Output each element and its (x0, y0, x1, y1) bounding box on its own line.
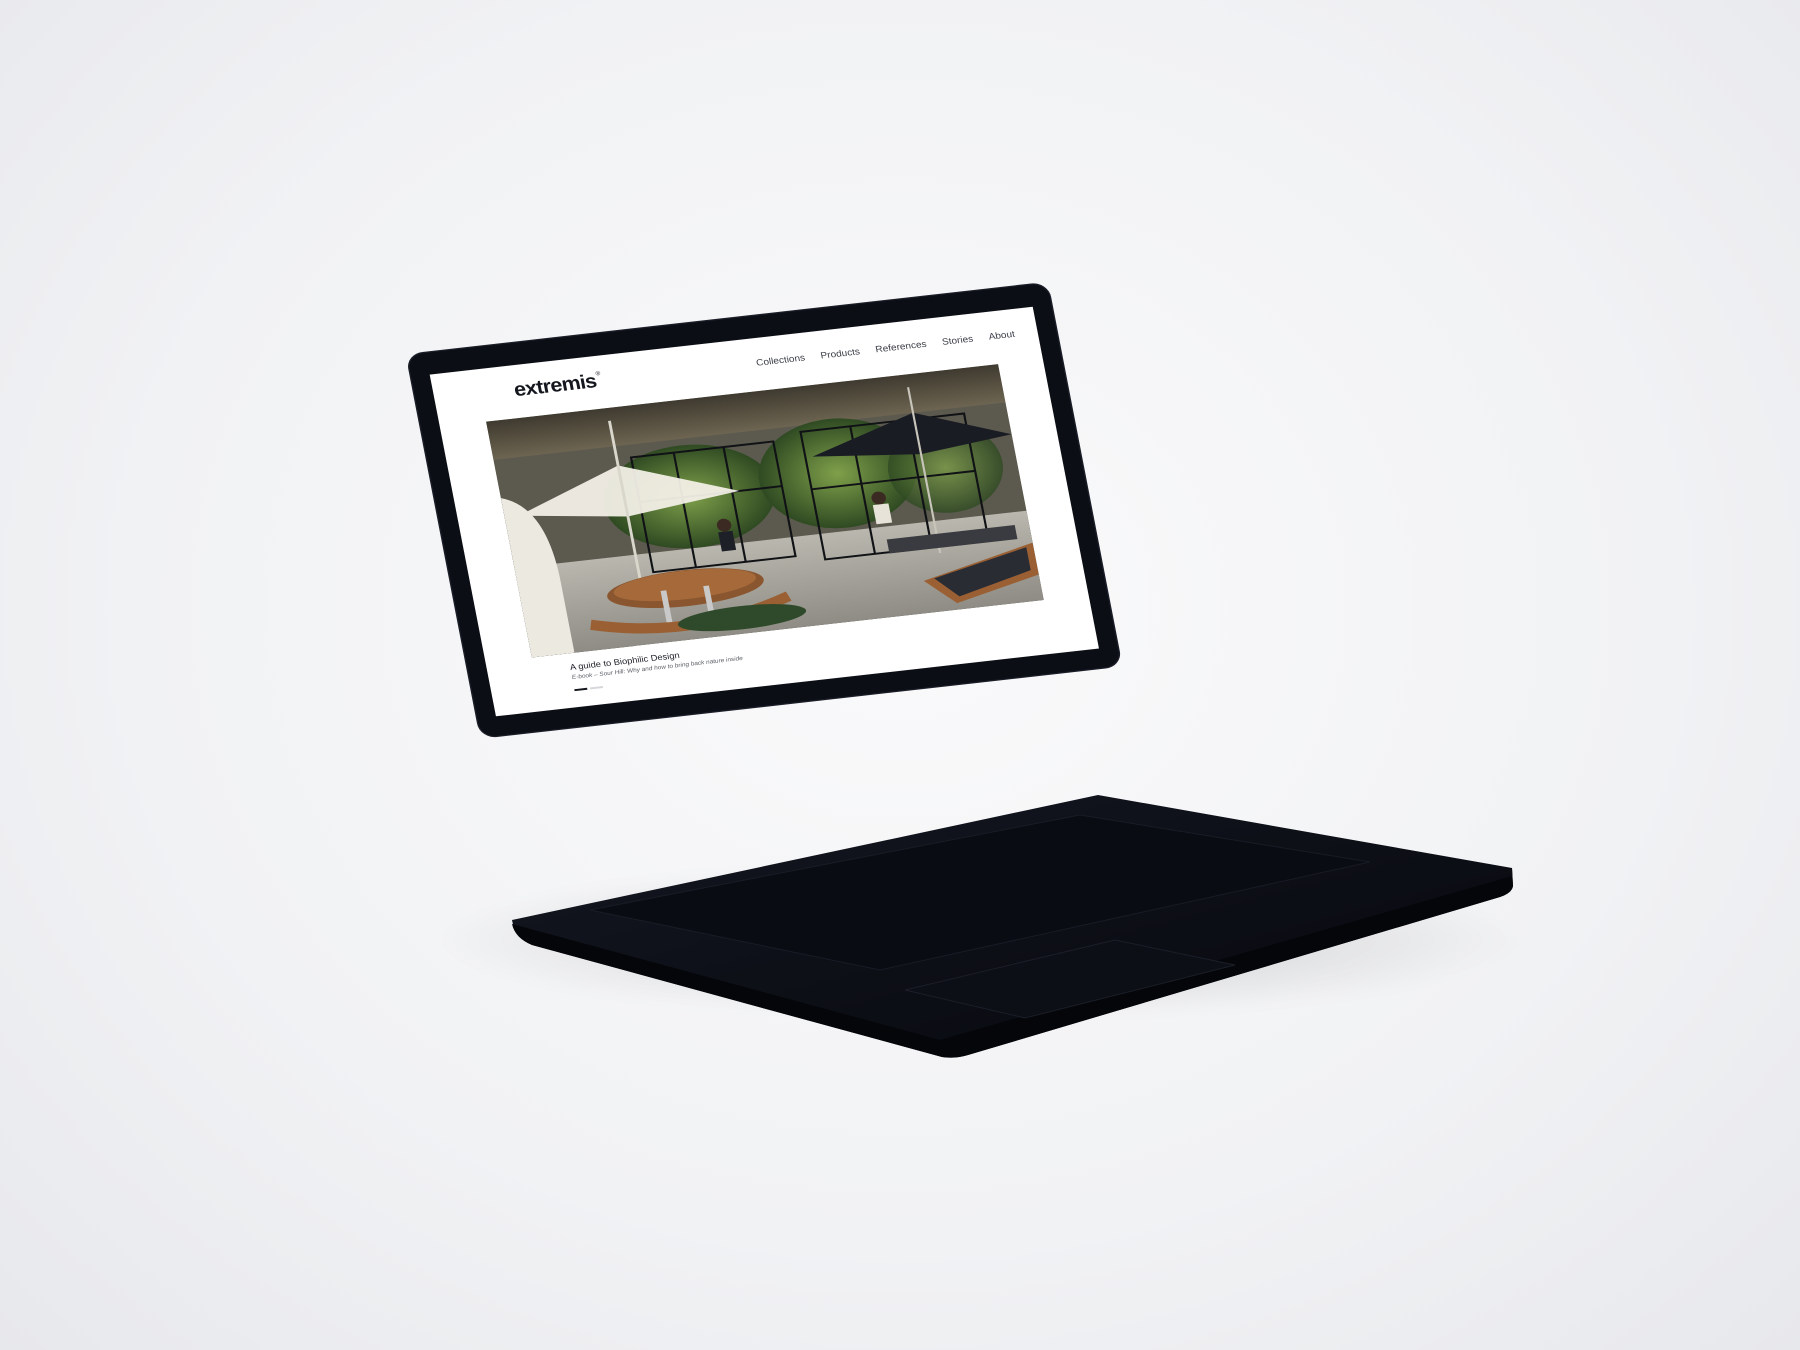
slider-dot-active[interactable] (574, 687, 588, 692)
hero-image[interactable] (486, 364, 1044, 658)
laptop-screen: extremis® Collections Products Reference… (429, 306, 1099, 717)
nav-collections[interactable]: Collections (755, 352, 806, 368)
logo-text: extremis (512, 370, 599, 401)
nav-stories[interactable]: Stories (941, 333, 974, 347)
slider-indicator (574, 686, 604, 692)
nav-products[interactable]: Products (820, 346, 861, 361)
laptop-lid: extremis® Collections Products Reference… (407, 283, 1122, 738)
slider-dot[interactable] (589, 686, 604, 690)
nav-about[interactable]: About (988, 328, 1016, 341)
nav-references[interactable]: References (874, 338, 927, 354)
registered-mark: ® (594, 369, 601, 377)
site-logo[interactable]: extremis® (512, 370, 603, 401)
mockup-stage: extremis® Collections Products Reference… (0, 0, 1800, 1350)
office-photo (486, 364, 1044, 658)
main-nav: Collections Products References Stories … (755, 328, 1015, 367)
